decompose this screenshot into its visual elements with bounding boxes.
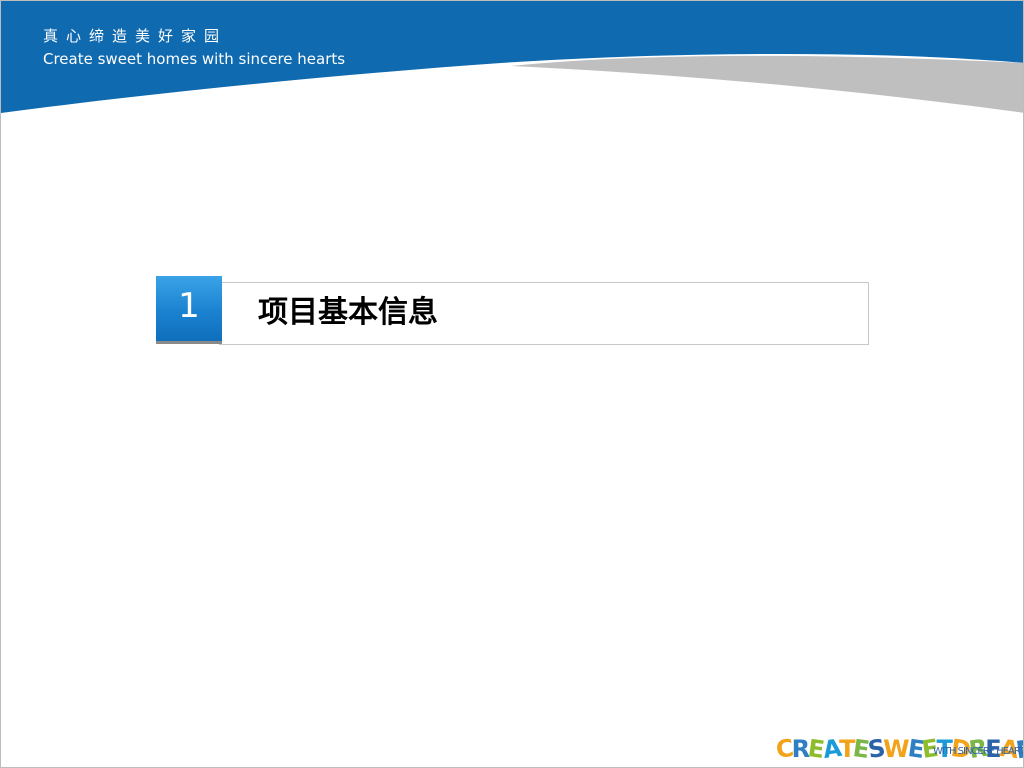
slide: 真心缔造美好家园 Create sweet homes with sincere…	[0, 0, 1024, 768]
logo-letter: C	[774, 734, 794, 764]
section-heading: 1 项目基本信息	[156, 276, 870, 348]
slogan-chinese: 真心缔造美好家园	[43, 27, 228, 45]
logo-letter: S	[866, 734, 886, 764]
logo-letter: W	[883, 735, 910, 763]
logo-letter: A	[820, 733, 841, 765]
section-number: 1	[178, 286, 200, 326]
logo-tagline: WITH SINCERE HEARTS	[933, 746, 1024, 757]
header-gray-sweep	[511, 55, 1023, 113]
section-number-box: 1	[156, 276, 222, 341]
brand-logo: CREATESWEETDREAMS WITH SINCERE HEARTS	[774, 733, 1023, 765]
header-slogans: 真心缔造美好家园 Create sweet homes with sincere…	[43, 26, 345, 69]
slogan-english: Create sweet homes with sincere hearts	[43, 50, 346, 68]
section-title: 项目基本信息	[258, 295, 438, 330]
